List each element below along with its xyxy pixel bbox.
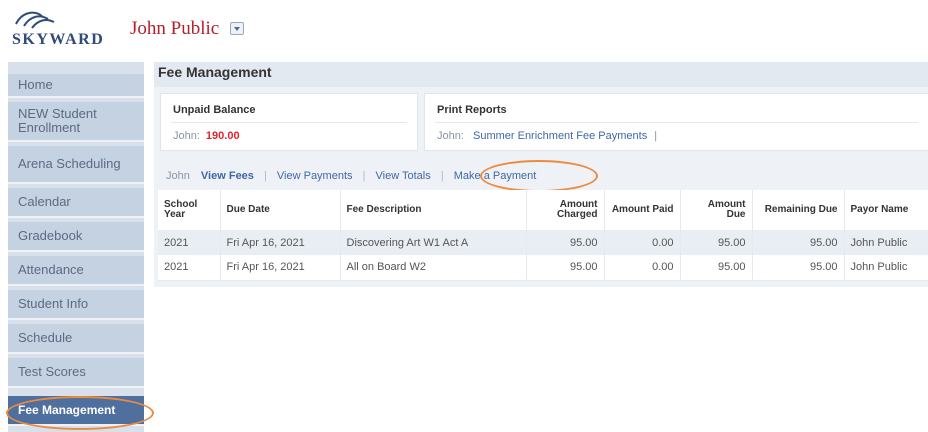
unpaid-balance-row: John: 190.00	[173, 130, 240, 142]
unpaid-balance-amount: 190.00	[205, 130, 240, 142]
print-reports-student: John:	[437, 130, 464, 142]
page-title: Fee Management	[158, 64, 272, 80]
cell-amount-due: 95.00	[680, 230, 753, 255]
col-header-remaining-due[interactable]: Remaining Due	[752, 190, 845, 230]
sidebar-item-schedule[interactable]: Schedule	[8, 324, 144, 354]
print-reports-row: John: Summer Enrichment Fee Payments |	[437, 130, 657, 142]
cell-remaining-due: 95.00	[752, 230, 845, 255]
sidebar-item-test-scores[interactable]: Test Scores	[8, 358, 144, 388]
sidebar-item-gradebook[interactable]: Gradebook	[8, 222, 144, 252]
cell-amount-due: 95.00	[680, 255, 753, 281]
cell-school-year: 2021	[158, 230, 221, 255]
cell-payor-name: John Public	[844, 230, 928, 255]
col-header-amount-due[interactable]: Amount Due	[680, 190, 753, 230]
col-header-fee-description[interactable]: Fee Description	[340, 190, 527, 230]
cell-amount-charged: 95.00	[526, 230, 605, 255]
tab-separator: |	[263, 170, 267, 182]
tab-view-payments[interactable]: View Payments	[277, 170, 353, 182]
fees-table: School Year Due Date Fee Description Amo…	[158, 190, 928, 281]
unpaid-balance-student: John:	[173, 130, 200, 142]
tab-view-totals[interactable]: View Totals	[376, 170, 431, 182]
cell-due-date: Fri Apr 16, 2021	[220, 230, 341, 255]
summer-enrichment-fee-payments-link[interactable]: Summer Enrichment Fee Payments	[473, 130, 647, 142]
col-header-due-date[interactable]: Due Date	[220, 190, 341, 230]
divider	[171, 122, 407, 123]
tab-separator: |	[440, 170, 444, 182]
logo-wordmark: SKYWARD	[12, 31, 104, 48]
sidebar-item-arena-scheduling[interactable]: Arena Scheduling	[8, 146, 144, 184]
tabs-student-label: John	[166, 170, 190, 182]
print-reports-title: Print Reports	[437, 104, 507, 116]
cell-remaining-due: 95.00	[752, 255, 845, 281]
fee-management-highlight-circle	[6, 396, 154, 430]
sidebar-item-student-info[interactable]: Student Info	[8, 290, 144, 320]
user-name[interactable]: John Public	[130, 18, 219, 40]
cell-amount-paid: 0.00	[604, 230, 681, 255]
sidebar-item-home[interactable]: Home	[8, 74, 144, 98]
cell-fee-description: Discovering Art W1 Act A	[340, 230, 527, 255]
col-header-payor-name[interactable]: Payor Name	[844, 190, 928, 230]
print-reports-separator: |	[654, 130, 658, 142]
divider	[435, 122, 918, 123]
app-header: SKYWARD John Public	[0, 0, 928, 58]
sidebar-item-attendance[interactable]: Attendance	[8, 256, 144, 286]
sidebar-item-new-student-enrollment[interactable]: NEW Student Enrollment	[8, 102, 144, 142]
cell-amount-paid: 0.00	[604, 255, 681, 281]
cell-fee-description: All on Board W2	[340, 255, 527, 281]
unpaid-balance-title: Unpaid Balance	[173, 104, 256, 116]
skyward-logo[interactable]: SKYWARD	[12, 10, 117, 48]
tab-view-fees[interactable]: View Fees	[201, 170, 254, 182]
cell-due-date: Fri Apr 16, 2021	[220, 255, 341, 281]
col-header-amount-paid[interactable]: Amount Paid	[604, 190, 681, 230]
make-payment-highlight-circle	[480, 160, 598, 192]
cell-payor-name: John Public	[844, 255, 928, 281]
tab-separator: |	[362, 170, 366, 182]
sidebar-item-calendar[interactable]: Calendar	[8, 188, 144, 218]
col-header-amount-charged[interactable]: Amount Charged	[526, 190, 605, 230]
table-header-row: School Year Due Date Fee Description Amo…	[158, 190, 928, 230]
unpaid-balance-box: Unpaid Balance John: 190.00	[160, 93, 418, 151]
print-reports-box: Print Reports John: Summer Enrichment Fe…	[424, 93, 928, 151]
user-menu-dropdown-icon[interactable]	[230, 22, 244, 35]
table-row[interactable]: 2021 Fri Apr 16, 2021 All on Board W2 95…	[158, 255, 928, 281]
cell-school-year: 2021	[158, 255, 221, 281]
cell-amount-charged: 95.00	[526, 255, 605, 281]
sidebar-nav: Home NEW Student Enrollment Arena Schedu…	[8, 62, 144, 432]
col-header-school-year[interactable]: School Year	[158, 190, 221, 230]
table-row[interactable]: 2021 Fri Apr 16, 2021 Discovering Art W1…	[158, 230, 928, 255]
